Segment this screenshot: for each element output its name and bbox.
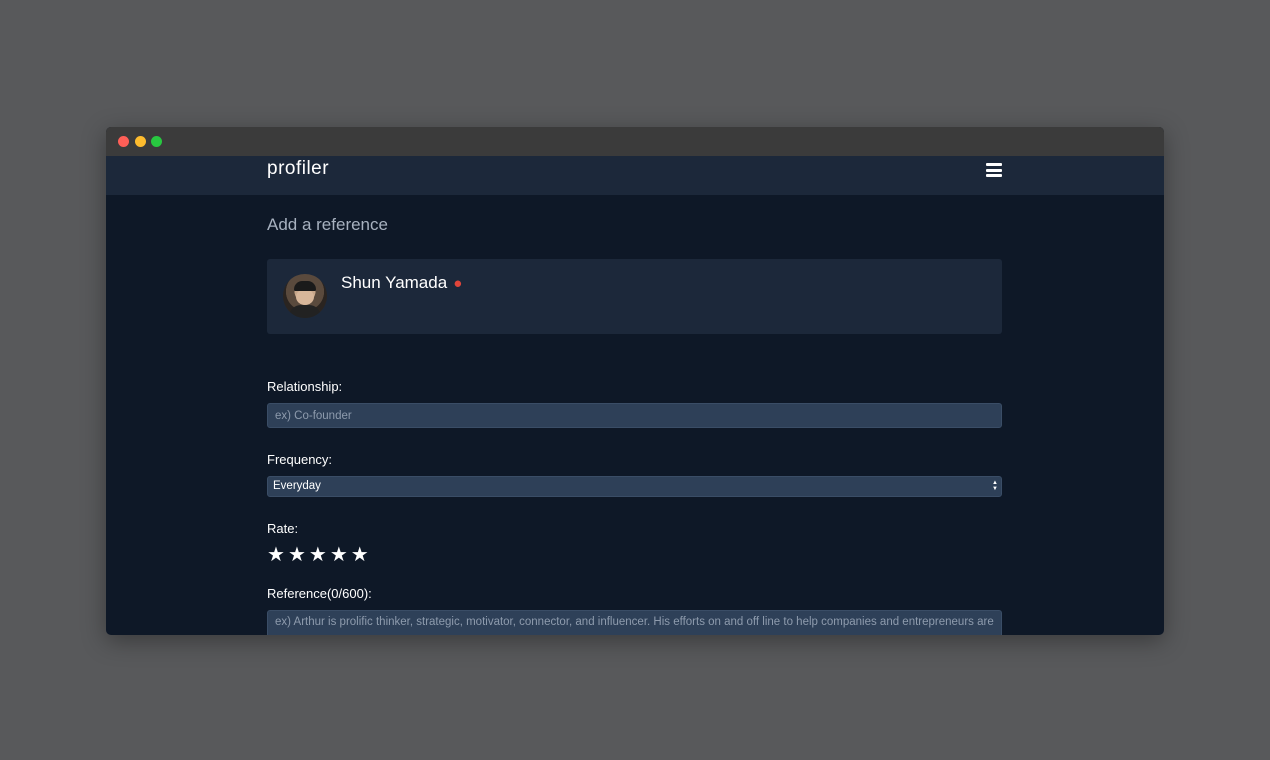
- close-window-button[interactable]: [118, 136, 129, 147]
- frequency-selected-value: Everyday: [273, 480, 321, 492]
- star-icon[interactable]: ★: [288, 544, 306, 564]
- star-icon[interactable]: ★: [330, 544, 348, 564]
- avatar: [283, 274, 327, 318]
- star-icon[interactable]: ★: [267, 544, 285, 564]
- brand-logo[interactable]: profiler: [267, 158, 329, 180]
- page-title: Add a reference: [267, 215, 388, 234]
- star-icon[interactable]: ★: [351, 544, 369, 564]
- reference-textarea[interactable]: [267, 610, 1002, 635]
- browser-window: profiler Add a reference Shun Yamada ● R…: [106, 127, 1164, 635]
- profile-name-row: Shun Yamada ●: [341, 273, 462, 293]
- navbar: profiler: [106, 156, 1164, 195]
- star-icon[interactable]: ★: [309, 544, 327, 564]
- minimize-window-button[interactable]: [135, 136, 146, 147]
- frequency-label: Frequency:: [267, 452, 333, 467]
- reference-label: Reference(0/600):: [267, 586, 372, 601]
- window-titlebar: [106, 127, 1164, 156]
- relationship-label: Relationship:: [267, 379, 343, 394]
- profile-card: Shun Yamada ●: [267, 259, 1002, 334]
- maximize-window-button[interactable]: [151, 136, 162, 147]
- select-arrows-icon: ▲ ▼: [992, 480, 998, 492]
- profile-name: Shun Yamada: [341, 273, 448, 292]
- frequency-select[interactable]: Everyday ▲ ▼: [267, 476, 1002, 497]
- rate-label: Rate:: [267, 521, 299, 536]
- relationship-input[interactable]: [267, 403, 1002, 428]
- hamburger-menu-icon[interactable]: [986, 163, 1002, 177]
- star-rating: ★ ★ ★ ★ ★: [267, 544, 369, 564]
- goblin-mask-icon: ●: [453, 274, 463, 292]
